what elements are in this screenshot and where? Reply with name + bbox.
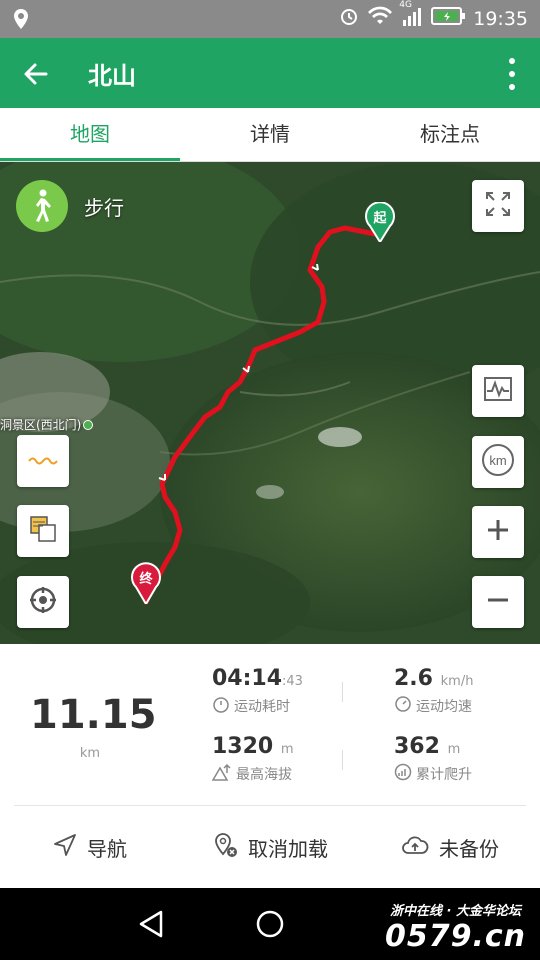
distance-unit: km: [79, 746, 101, 761]
duration-stat: 04:14:43 运动耗时: [212, 666, 303, 717]
cloud-upload-icon: [401, 834, 429, 861]
activity-mode-label: 步行: [84, 195, 124, 220]
minus-icon: [486, 588, 510, 616]
navigate-button[interactable]: 导航: [0, 806, 180, 888]
avg-speed-value: 2.6: [394, 666, 433, 691]
back-arrow-icon[interactable]: [18, 56, 54, 92]
end-marker: 终: [130, 562, 162, 606]
chart-icon: [484, 377, 512, 405]
tab-bar: 地图 详情 标注点: [0, 108, 540, 162]
total-climb-label: 累计爬升: [416, 767, 472, 783]
total-climb-unit: m: [447, 742, 461, 757]
tab-map[interactable]: 地图: [0, 108, 180, 161]
expand-icon: [484, 190, 512, 222]
km-icon: km: [481, 443, 515, 481]
wave-icon: [28, 452, 58, 471]
end-marker-label: 终: [139, 572, 153, 587]
wifi-icon: [367, 6, 393, 31]
watermark-line2: 0579.cn: [384, 919, 526, 954]
back-triangle-icon[interactable]: [138, 910, 164, 942]
fullscreen-button[interactable]: [472, 180, 524, 232]
watermark-line1: 浙中在线 · 大金华论坛: [389, 904, 521, 919]
speed-icon: [394, 695, 412, 717]
avg-speed-label: 运动均速: [416, 699, 472, 715]
stopwatch-icon: [212, 695, 230, 717]
total-climb-stat: 362 m 累计爬升: [394, 734, 472, 785]
place-label-text: 洞景区(西北门): [0, 418, 82, 432]
start-marker-label: 起: [373, 211, 387, 226]
distance-stat: 11.15 km: [30, 692, 157, 761]
more-options-icon[interactable]: [506, 56, 518, 92]
duration-label: 运动耗时: [234, 699, 290, 715]
elevation-chart-button[interactable]: [472, 365, 524, 417]
tab-details[interactable]: 详情: [180, 108, 360, 161]
target-icon: [29, 586, 57, 618]
climb-icon: [394, 763, 412, 785]
mountain-icon: [211, 763, 232, 785]
app-bar: 北山: [0, 38, 540, 108]
plus-icon: [486, 518, 510, 546]
divider: [342, 750, 343, 770]
zoom-in-button[interactable]: [472, 506, 524, 558]
page-title: 北山: [88, 62, 136, 90]
duration-value: 04:14: [212, 666, 283, 691]
activity-mode[interactable]: 步行: [16, 180, 124, 232]
poi-dot-icon: [83, 419, 94, 430]
clock: 19:35: [473, 7, 528, 30]
status-bar: 4G 19:35: [0, 0, 540, 38]
backup-label: 未备份: [439, 836, 499, 861]
layers-icon: [28, 514, 58, 548]
system-nav-bar: 浙中在线 · 大金华论坛 0579.cn: [0, 888, 540, 960]
cancel-load-label: 取消加载: [248, 836, 328, 861]
max-altitude-unit: m: [280, 742, 294, 757]
distance-value: 11.15: [30, 692, 157, 738]
action-bar: 导航 取消加载 未备份: [0, 806, 540, 888]
watermark: 浙中在线 · 大金华论坛 0579.cn: [385, 900, 526, 954]
signal-icon: 4G: [399, 0, 423, 31]
duration-seconds: :43: [282, 674, 303, 689]
track-style-button[interactable]: [17, 435, 69, 487]
route-track: [143, 225, 383, 605]
place-label: 洞景区(西北门): [0, 416, 94, 433]
navigation-arrow-icon: [53, 833, 77, 862]
zoom-out-button[interactable]: [472, 576, 524, 628]
stats-panel: 11.15 km 04:14:43 运动耗时 2.6 km/h 运动均速 132…: [0, 644, 540, 806]
start-marker: 起: [364, 201, 396, 244]
total-climb-value: 362: [394, 734, 440, 759]
navigate-label: 导航: [87, 836, 127, 861]
avg-speed-stat: 2.6 km/h 运动均速: [394, 666, 473, 717]
location-remove-icon: [212, 832, 238, 863]
map-layers-button[interactable]: [17, 505, 69, 557]
network-type: 4G: [399, 0, 412, 10]
divider: [342, 682, 343, 702]
svg-text:km: km: [489, 453, 506, 468]
tab-markers[interactable]: 标注点: [360, 108, 540, 161]
unit-km-button[interactable]: km: [472, 436, 524, 488]
location-icon: [14, 9, 28, 33]
avg-speed-unit: km/h: [440, 674, 474, 689]
battery-icon: [431, 7, 466, 30]
max-altitude-stat: 1320 m 最高海拔: [211, 734, 294, 785]
cancel-load-button[interactable]: 取消加载: [180, 806, 360, 888]
locate-button[interactable]: [17, 576, 69, 628]
max-altitude-value: 1320: [212, 734, 274, 759]
backup-button[interactable]: 未备份: [360, 806, 540, 888]
max-altitude-label: 最高海拔: [236, 767, 292, 783]
map-view[interactable]: 起 终 洞景区(西北门) 步行 km: [0, 162, 540, 644]
alarm-icon: [339, 6, 359, 31]
walking-icon: [16, 180, 68, 232]
home-circle-icon[interactable]: [256, 910, 284, 942]
